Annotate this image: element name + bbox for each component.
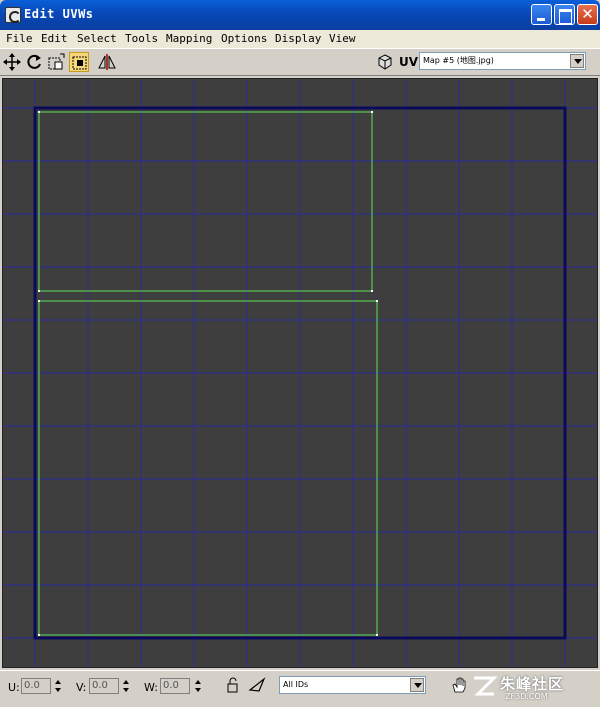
title-bar[interactable]: Edit UVWs ✕ bbox=[0, 0, 600, 30]
u-spinner[interactable] bbox=[54, 678, 63, 694]
menu-mapping[interactable]: Mapping bbox=[166, 32, 212, 45]
v-field[interactable]: 0.0 bbox=[89, 678, 119, 694]
uv-shell-top bbox=[38, 111, 373, 292]
v-label: V: bbox=[76, 681, 87, 694]
options-icon[interactable] bbox=[375, 52, 395, 72]
watermark-subtext: ZF3D.COM bbox=[505, 692, 548, 701]
toolbar: UV Map #5 (地图.jpg) bbox=[0, 48, 600, 76]
w-field[interactable]: 0.0 bbox=[160, 678, 190, 694]
close-button[interactable]: ✕ bbox=[577, 4, 598, 25]
chevron-down-icon[interactable] bbox=[410, 678, 424, 692]
mirror-icon[interactable] bbox=[97, 52, 117, 72]
watermark-text: 朱峰社区 bbox=[500, 675, 565, 693]
move-icon[interactable] bbox=[2, 52, 22, 72]
app-icon[interactable] bbox=[5, 7, 21, 23]
ids-dropdown[interactable]: All IDs bbox=[279, 676, 426, 694]
uv-canvas[interactable] bbox=[3, 79, 598, 668]
menu-display[interactable]: Display bbox=[275, 32, 321, 45]
menu-view[interactable]: View bbox=[329, 32, 356, 45]
menu-tools[interactable]: Tools bbox=[125, 32, 158, 45]
w-spinner[interactable] bbox=[194, 678, 203, 694]
lock-icon[interactable] bbox=[224, 676, 242, 694]
menu-edit[interactable]: Edit bbox=[41, 32, 68, 45]
menu-select[interactable]: Select bbox=[77, 32, 117, 45]
window-title: Edit UVWs bbox=[24, 7, 94, 21]
menu-bar: File Edit Select Tools Mapping Options D… bbox=[0, 30, 600, 48]
minimize-button[interactable] bbox=[531, 4, 552, 25]
chevron-down-icon[interactable] bbox=[570, 54, 584, 68]
close-icon: ✕ bbox=[581, 5, 594, 23]
map-dropdown[interactable]: Map #5 (地图.jpg) bbox=[419, 52, 586, 70]
pan-hand-icon[interactable] bbox=[450, 676, 468, 694]
uv-editor-viewport[interactable] bbox=[2, 78, 598, 668]
v-spinner[interactable] bbox=[122, 678, 131, 694]
u-field[interactable]: 0.0 bbox=[21, 678, 51, 694]
map-dropdown-value: Map #5 (地图.jpg) bbox=[423, 56, 494, 65]
rotate-icon[interactable] bbox=[24, 52, 44, 72]
maximize-button[interactable] bbox=[554, 4, 575, 25]
grid-lines bbox=[3, 79, 597, 667]
filter-icon[interactable] bbox=[248, 676, 266, 694]
freeform-icon[interactable] bbox=[69, 52, 89, 72]
status-bar: U: 0.0 V: 0.0 W: 0.0 All IDs 朱峰社区 ZF3D.C… bbox=[0, 670, 600, 707]
menu-file[interactable]: File bbox=[6, 32, 33, 45]
watermark-logo-icon bbox=[470, 672, 498, 700]
u-label: U: bbox=[8, 681, 20, 694]
scale-icon[interactable] bbox=[46, 52, 66, 72]
menu-options[interactable]: Options bbox=[221, 32, 267, 45]
uv-label: UV bbox=[399, 55, 419, 69]
ids-dropdown-value: All IDs bbox=[283, 680, 309, 689]
w-label: W: bbox=[144, 681, 158, 694]
